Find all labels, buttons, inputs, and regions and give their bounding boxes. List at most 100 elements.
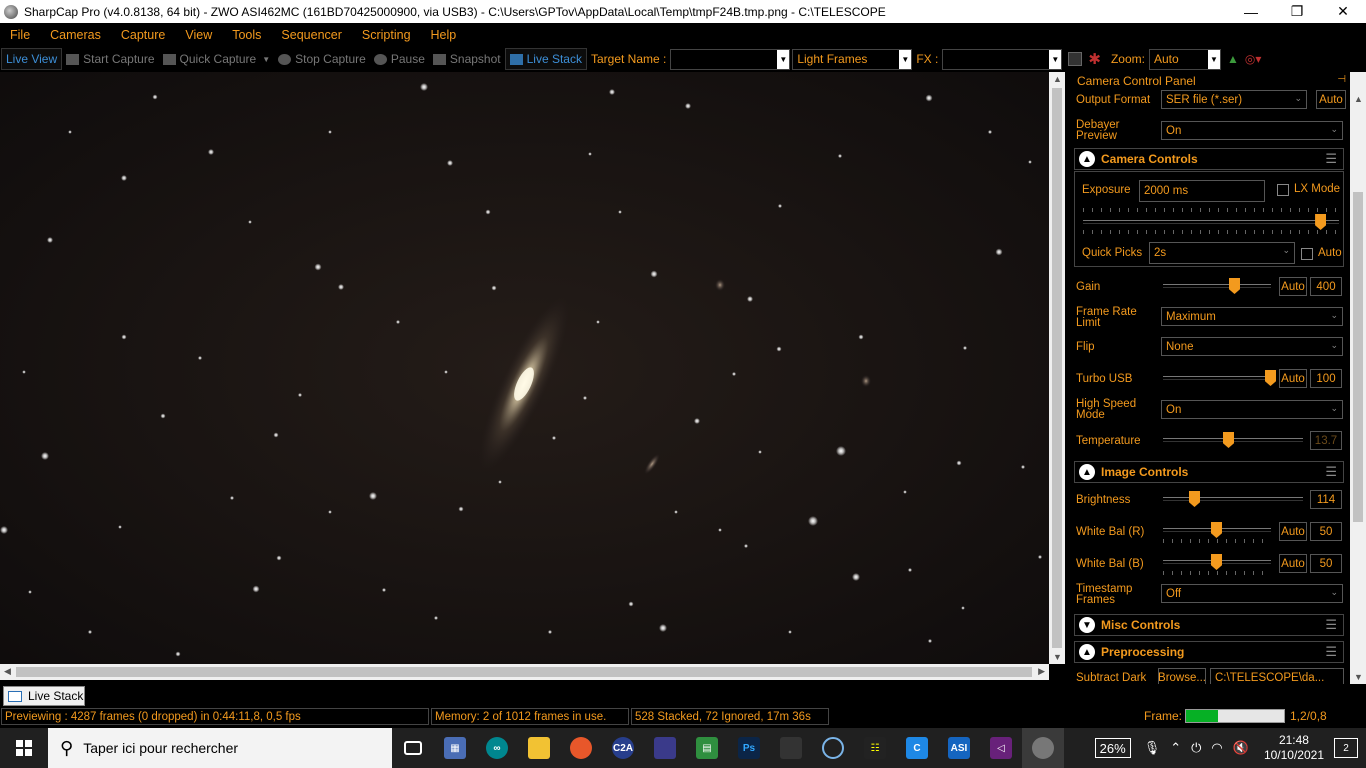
output-format-auto-button[interactable]: Auto: [1316, 90, 1346, 109]
image-controls-header[interactable]: ▲ Image Controls ☰: [1074, 461, 1344, 483]
dark-path-select[interactable]: C:\TELESCOPE\da...: [1210, 668, 1344, 684]
scrollbar-thumb[interactable]: [16, 667, 1032, 677]
chevron-down-icon[interactable]: ▼: [1207, 49, 1220, 69]
scroll-up-icon[interactable]: ▲: [1354, 94, 1363, 104]
scroll-right-icon[interactable]: ▶: [1038, 666, 1045, 677]
quick-picks-select[interactable]: 2s ⌄: [1149, 242, 1295, 264]
menu-file[interactable]: File: [0, 28, 40, 42]
taskbar-clock[interactable]: 21:48 10/10/2021: [1264, 733, 1324, 763]
menu-tools[interactable]: Tools: [222, 28, 271, 42]
spreadsheet-icon[interactable]: ▤: [686, 728, 728, 768]
sharpcap-icon[interactable]: [1022, 728, 1064, 768]
scroll-down-icon[interactable]: ▼: [1354, 672, 1363, 682]
brightness-value[interactable]: 114: [1310, 490, 1342, 509]
turbo-usb-slider[interactable]: [1163, 376, 1271, 380]
menu-icon[interactable]: ☰: [1325, 644, 1337, 660]
microphone-icon[interactable]: 🎙: [1144, 740, 1161, 756]
power-icon[interactable]: ⏻: [1191, 740, 1201, 756]
menu-help[interactable]: Help: [421, 28, 467, 42]
collapse-icon[interactable]: ▲: [1079, 644, 1095, 660]
volume-icon[interactable]: 🔇: [1233, 740, 1249, 756]
astro-icon[interactable]: [770, 728, 812, 768]
high-speed-select[interactable]: On ⌄: [1161, 400, 1343, 419]
turbo-usb-value[interactable]: 100: [1310, 369, 1342, 388]
arduino-icon[interactable]: ∞: [476, 728, 518, 768]
browse-button[interactable]: Browse...: [1158, 668, 1206, 684]
reticle-icon[interactable]: ◎▾: [1245, 52, 1262, 66]
quick-capture-button[interactable]: Quick Capture ▼: [159, 48, 275, 70]
chevron-down-icon[interactable]: ▼: [1049, 49, 1062, 69]
close-button[interactable]: ✕: [1320, 0, 1366, 23]
live-view-button[interactable]: Live View: [1, 48, 63, 70]
gain-auto-button[interactable]: Auto: [1279, 277, 1307, 296]
fx-select[interactable]: ▼: [942, 48, 1063, 70]
exposure-slider[interactable]: [1083, 220, 1339, 224]
target-name-input[interactable]: ▼: [670, 48, 791, 70]
menu-capture[interactable]: Capture: [111, 28, 175, 42]
turbo-usb-auto-button[interactable]: Auto: [1279, 369, 1307, 388]
start-capture-button[interactable]: Start Capture: [62, 48, 158, 70]
visual-studio-icon[interactable]: ◁: [980, 728, 1022, 768]
tab-live-stack[interactable]: Live Stack: [3, 686, 85, 706]
frame-type-select[interactable]: Light Frames ▼: [792, 48, 913, 70]
task-view-icon[interactable]: [392, 728, 434, 768]
zoom-select[interactable]: Auto ▼: [1148, 48, 1221, 70]
exposure-slider-knob[interactable]: [1315, 214, 1327, 230]
menu-icon[interactable]: ☰: [1325, 617, 1337, 633]
scrollbar-thumb[interactable]: [1353, 192, 1363, 522]
taskbar-search[interactable]: ⚲ Taper ici pour rechercher: [48, 728, 392, 768]
gain-value[interactable]: 400: [1310, 277, 1342, 296]
flip-select[interactable]: None ⌄: [1161, 337, 1343, 356]
frame-rate-select[interactable]: Maximum ⌄: [1161, 307, 1343, 326]
lx-mode-checkbox[interactable]: [1277, 184, 1289, 196]
image-horizontal-scrollbar[interactable]: ◀ ▶: [0, 664, 1049, 680]
app-grid-icon[interactable]: ☷: [854, 728, 896, 768]
menu-sequencer[interactable]: Sequencer: [271, 28, 351, 42]
snapshot-button[interactable]: Snapshot: [429, 48, 505, 70]
wifi-icon[interactable]: ◠: [1211, 740, 1222, 756]
wb-b-auto-button[interactable]: Auto: [1279, 554, 1307, 573]
collapse-icon[interactable]: ▲: [1079, 151, 1095, 167]
firefox-icon[interactable]: [560, 728, 602, 768]
restore-button[interactable]: ❐: [1274, 0, 1320, 23]
scroll-left-icon[interactable]: ◀: [4, 666, 11, 677]
menu-cameras[interactable]: Cameras: [40, 28, 111, 42]
gain-slider[interactable]: [1163, 284, 1271, 288]
misc-controls-header[interactable]: ▼ Misc Controls ☰: [1074, 614, 1344, 636]
wb-b-value[interactable]: 50: [1310, 554, 1342, 573]
image-vertical-scrollbar[interactable]: ▲ ▼: [1049, 72, 1065, 664]
chevron-down-icon[interactable]: ▼: [262, 55, 270, 64]
battery-indicator[interactable]: 26%: [1094, 738, 1131, 758]
output-format-select[interactable]: SER file (*.ser) ⌄: [1161, 90, 1307, 109]
quick-picks-auto-checkbox[interactable]: [1301, 248, 1313, 260]
menu-view[interactable]: View: [175, 28, 222, 42]
minimize-button[interactable]: —: [1228, 0, 1274, 23]
pause-button[interactable]: Pause: [370, 48, 429, 70]
scroll-down-icon[interactable]: ▼: [1053, 652, 1062, 662]
exposure-input[interactable]: 2000 ms: [1139, 180, 1265, 202]
timestamp-select[interactable]: Off ⌄: [1161, 584, 1343, 603]
wb-r-value[interactable]: 50: [1310, 522, 1342, 541]
live-image-viewport[interactable]: [0, 72, 1049, 664]
c2a-icon[interactable]: C2A: [602, 728, 644, 768]
calculator-icon[interactable]: ▦: [434, 728, 476, 768]
ccleaner-icon[interactable]: C: [896, 728, 938, 768]
chevron-up-icon[interactable]: ⌃: [1170, 740, 1181, 756]
collapse-icon[interactable]: ▲: [1079, 464, 1095, 480]
wb-r-auto-button[interactable]: Auto: [1279, 522, 1307, 541]
notifications-icon[interactable]: 2: [1334, 738, 1358, 758]
stellarium-icon[interactable]: [644, 728, 686, 768]
stop-capture-button[interactable]: Stop Capture: [274, 48, 370, 70]
asi-icon[interactable]: ASI: [938, 728, 980, 768]
mountain-icon[interactable]: ▲: [1227, 52, 1239, 66]
scrollbar-thumb[interactable]: [1052, 88, 1062, 648]
scroll-up-icon[interactable]: ▲: [1053, 74, 1062, 84]
pin-icon[interactable]: ⊣: [1337, 74, 1346, 85]
camera-controls-header[interactable]: ▲ Camera Controls ☰: [1074, 148, 1344, 170]
menu-scripting[interactable]: Scripting: [352, 28, 421, 42]
debayer-select[interactable]: On ⌄: [1161, 121, 1343, 140]
panel-scrollbar[interactable]: ▲ ▼: [1350, 72, 1366, 684]
chevron-down-icon[interactable]: ▼: [899, 49, 912, 69]
menu-icon[interactable]: ☰: [1325, 151, 1337, 167]
live-stack-button[interactable]: Live Stack: [504, 48, 587, 70]
